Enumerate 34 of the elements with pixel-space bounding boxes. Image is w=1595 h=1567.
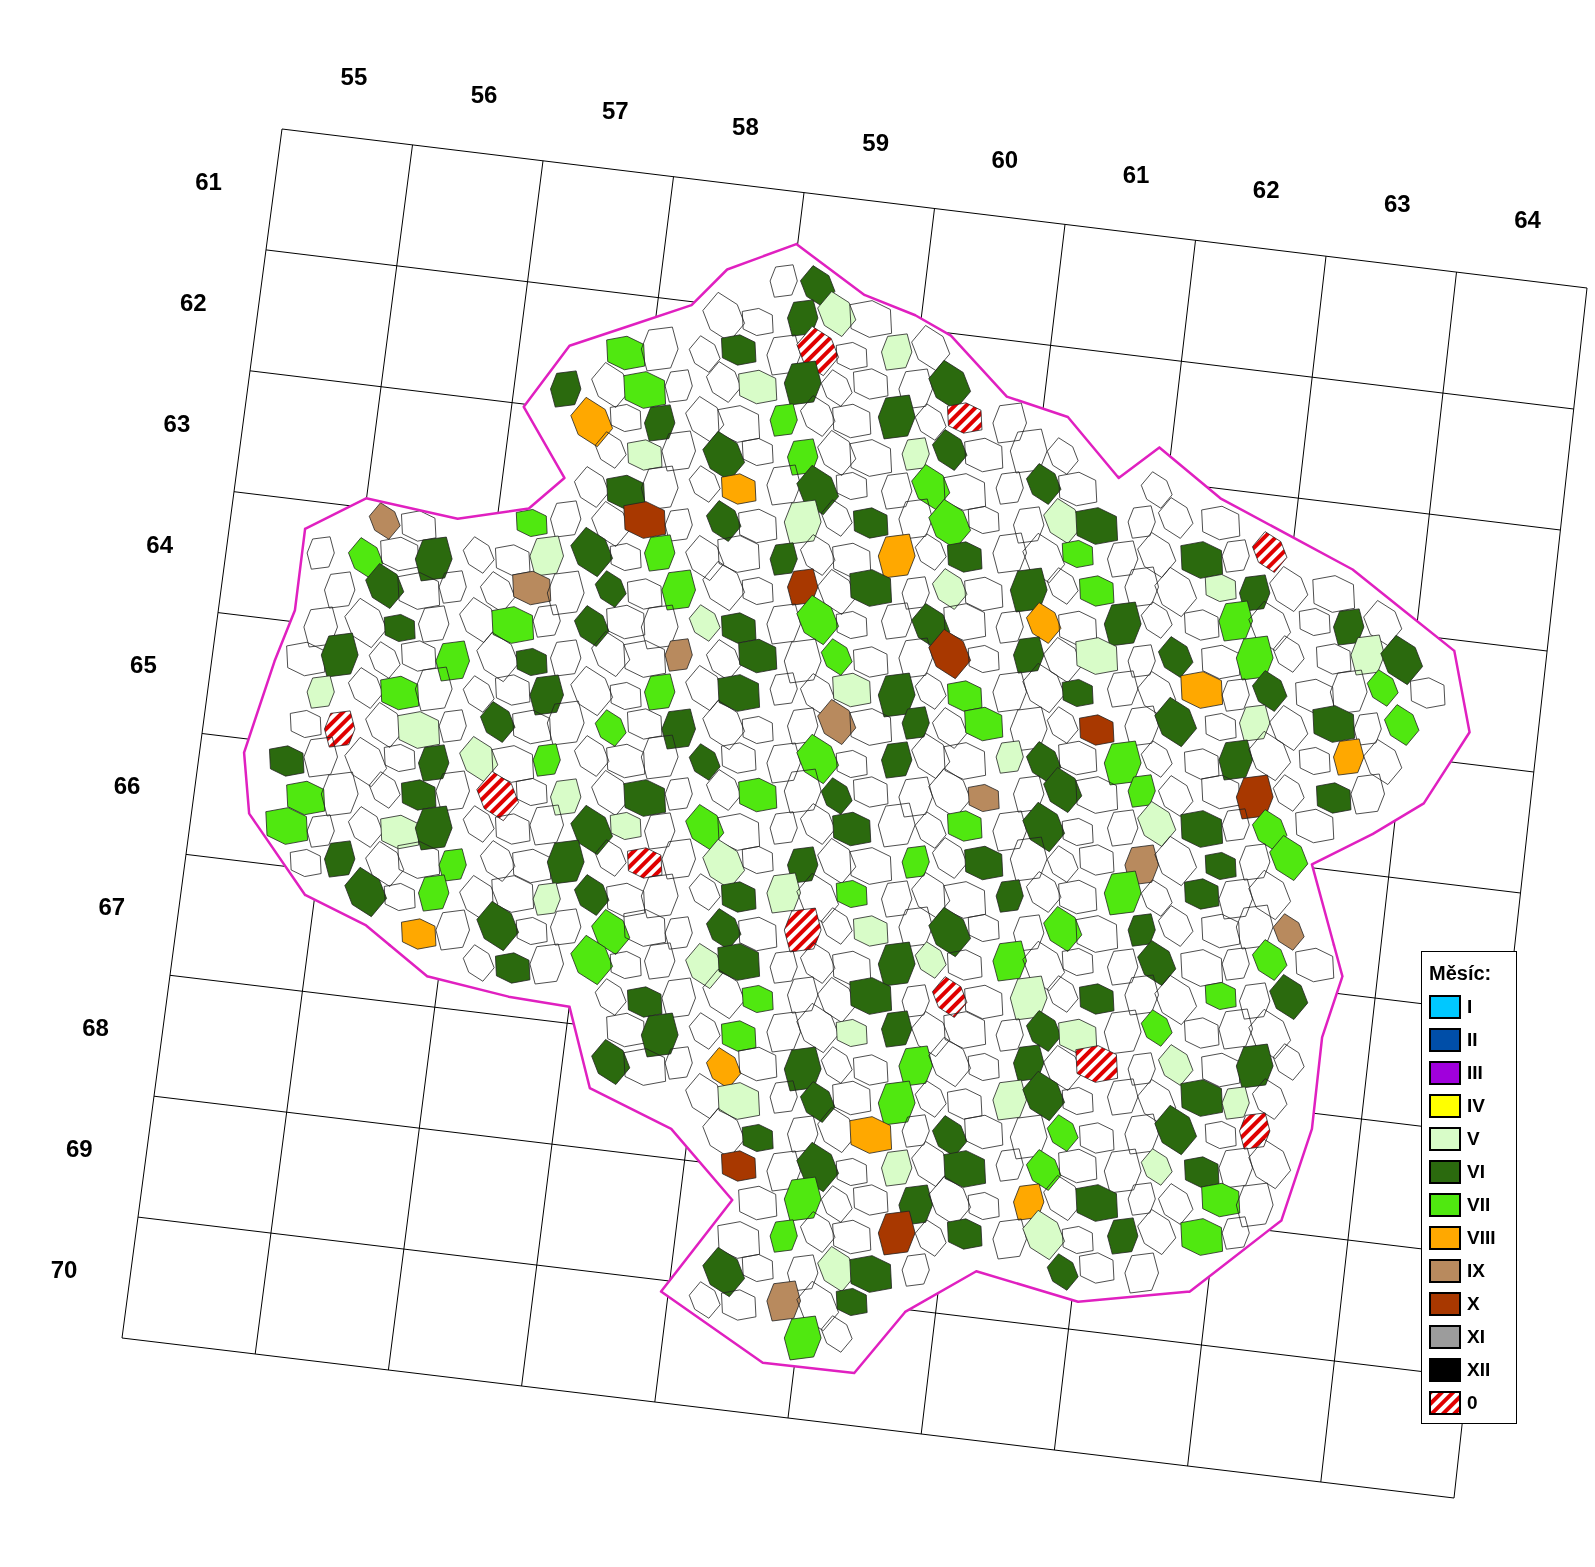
grid-label: 68: [82, 1014, 109, 1042]
legend-label: VI: [1467, 1162, 1485, 1181]
grid-label: 64: [146, 531, 173, 559]
grid-label: 57: [601, 96, 629, 124]
grid-label: 61: [195, 168, 222, 196]
grid-label: 63: [1384, 190, 1411, 218]
legend-label: II: [1467, 1030, 1478, 1049]
grid-label: 59: [862, 129, 889, 157]
grid-label: 62: [179, 289, 207, 317]
grid-label: 66: [113, 772, 141, 800]
legend-label: VII: [1467, 1195, 1491, 1214]
grid-label: 65: [130, 651, 157, 679]
legend-label: IX: [1467, 1261, 1485, 1280]
legend-label: XI: [1467, 1327, 1485, 1346]
grid-label: 60: [991, 145, 1019, 173]
grid-label: 63: [163, 410, 191, 438]
grid-label: 62: [1252, 176, 1280, 204]
grid-label: 70: [50, 1256, 78, 1284]
legend-label: I: [1467, 997, 1473, 1016]
grid-label: 67: [98, 893, 126, 921]
grid-label: 61: [1122, 160, 1150, 188]
grid-label: 55: [340, 63, 368, 91]
legend-label: XII: [1467, 1360, 1491, 1379]
legend-label: IV: [1467, 1096, 1485, 1115]
grid-label: 58: [732, 113, 759, 141]
legend-label: VIII: [1467, 1228, 1496, 1247]
grid-label: 69: [65, 1135, 93, 1163]
grid-label: 64: [1514, 205, 1541, 233]
legend-label: 0: [1467, 1393, 1478, 1412]
legend-label: V: [1467, 1129, 1480, 1148]
grid-label: 56: [470, 80, 498, 108]
legend-label: III: [1467, 1063, 1483, 1082]
legend-title: Měsíc:: [1429, 961, 1493, 986]
legend-label: X: [1467, 1294, 1480, 1313]
